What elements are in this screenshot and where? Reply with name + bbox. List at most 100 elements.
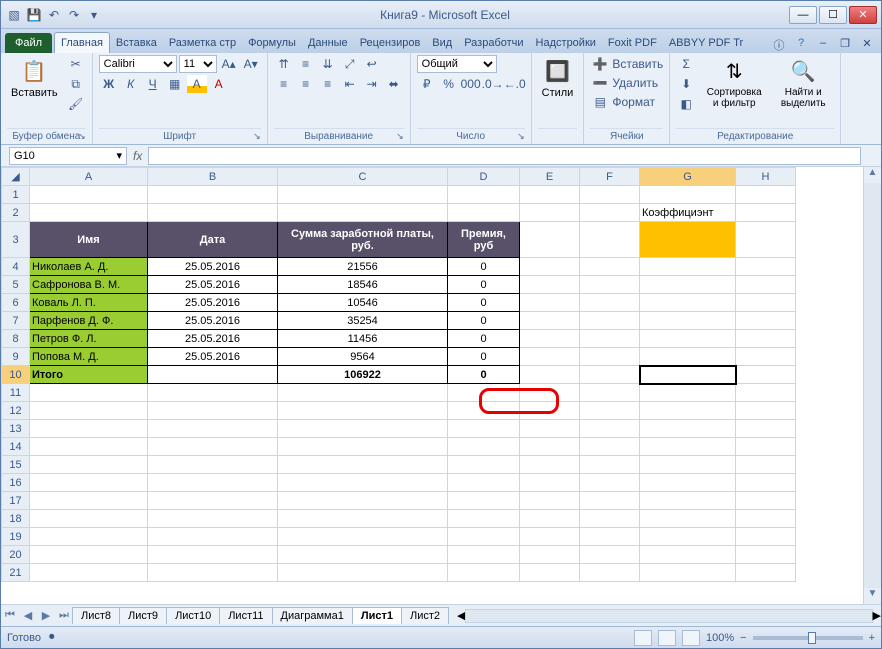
maximize-button[interactable]: ☐ (819, 6, 847, 24)
scroll-right-icon[interactable]: ▶ (873, 609, 881, 622)
styles-button[interactable]: 🔲 Стили (538, 55, 578, 101)
col-E[interactable]: E (520, 168, 580, 186)
align-bottom-icon[interactable]: ⇊ (318, 55, 338, 73)
tab-addins[interactable]: Надстройки (530, 33, 602, 53)
tab-insert[interactable]: Вставка (110, 33, 163, 53)
font-name-select[interactable]: Calibri (99, 55, 177, 73)
indent-dec-icon[interactable]: ⇤ (340, 75, 360, 93)
fx-icon[interactable]: fx (133, 149, 142, 163)
shrink-font-icon[interactable]: A▾ (241, 55, 261, 73)
currency-icon[interactable]: ₽ (417, 75, 437, 93)
col-F[interactable]: F (580, 168, 640, 186)
find-select-button[interactable]: 🔍 Найти и выделить (772, 55, 834, 111)
clear-icon[interactable]: ◧ (676, 95, 696, 113)
dec-decimal-icon[interactable]: ←.0 (505, 75, 525, 93)
align-top-icon[interactable]: ⇈ (274, 55, 294, 73)
help-icon[interactable]: ? (793, 37, 809, 53)
grid[interactable]: ◢ A B C D E F G H 1 2Коэффициэнт 3 Имя Д… (1, 167, 863, 604)
align-middle-icon[interactable]: ≡ (296, 55, 316, 73)
align-center-icon[interactable]: ≡ (296, 75, 316, 93)
launcher-icon[interactable]: ↘ (396, 131, 404, 142)
table-row[interactable]: Коваль Л. П. (30, 294, 148, 312)
insert-cells-icon[interactable]: ➕ (590, 55, 610, 73)
zoom-out-icon[interactable]: − (740, 632, 746, 644)
row-7[interactable]: 7 (2, 312, 30, 330)
row-4[interactable]: 4 (2, 258, 30, 276)
tab-view[interactable]: Вид (426, 33, 458, 53)
tab-data[interactable]: Данные (302, 33, 354, 53)
col-C[interactable]: C (278, 168, 448, 186)
total-label[interactable]: Итого (30, 366, 148, 384)
macro-record-icon[interactable]: ⏺ (49, 631, 55, 644)
inc-decimal-icon[interactable]: .0→ (483, 75, 503, 93)
zoom-thumb[interactable] (808, 632, 816, 644)
hdr-salary[interactable]: Сумма заработной платы, руб. (278, 222, 448, 258)
scroll-track[interactable] (465, 609, 872, 623)
row-15[interactable]: 15 (2, 456, 30, 474)
row-14[interactable]: 14 (2, 438, 30, 456)
name-box[interactable]: G10▾ (9, 147, 127, 165)
row-3[interactable]: 3 (2, 222, 30, 258)
chevron-down-icon[interactable]: ▾ (116, 149, 122, 162)
table-row[interactable]: Сафронова В. М. (30, 276, 148, 294)
col-B[interactable]: B (148, 168, 278, 186)
cell-D10[interactable]: 0 (448, 366, 520, 384)
row-11[interactable]: 11 (2, 384, 30, 402)
row-2[interactable]: 2 (2, 204, 30, 222)
row-10[interactable]: 10 (2, 366, 30, 384)
wrap-text-icon[interactable]: ↩ (362, 55, 382, 73)
tab-home[interactable]: Главная (54, 32, 110, 53)
sheet-tab[interactable]: Лист2 (401, 607, 449, 624)
col-A[interactable]: A (30, 168, 148, 186)
percent-icon[interactable]: % (439, 75, 459, 93)
font-size-select[interactable]: 11 (179, 55, 217, 73)
row-21[interactable]: 21 (2, 564, 30, 582)
row-13[interactable]: 13 (2, 420, 30, 438)
number-format-select[interactable]: Общий (417, 55, 497, 73)
doc-restore-icon[interactable]: ❐ (837, 37, 853, 53)
delete-label[interactable]: Удалить (612, 74, 658, 92)
tab-foxit[interactable]: Foxit PDF (602, 33, 663, 53)
format-label[interactable]: Формат (612, 93, 655, 111)
redo-icon[interactable]: ↷ (65, 6, 83, 24)
file-tab[interactable]: Файл (5, 33, 52, 53)
fill-icon[interactable]: ⬇ (676, 75, 696, 93)
copy-icon[interactable]: ⧉ (66, 75, 86, 93)
merge-icon[interactable]: ⬌ (384, 75, 404, 93)
zoom-level[interactable]: 100% (706, 632, 734, 644)
cut-icon[interactable]: ✂ (66, 55, 86, 73)
save-icon[interactable]: 💾 (25, 6, 43, 24)
hdr-name[interactable]: Имя (30, 222, 148, 258)
row-6[interactable]: 6 (2, 294, 30, 312)
tab-nav-prev-icon[interactable]: ◀ (19, 609, 37, 622)
zoom-slider[interactable] (753, 636, 863, 640)
italic-icon[interactable]: К (121, 75, 141, 93)
tab-nav-next-icon[interactable]: ▶ (37, 609, 55, 622)
tab-review[interactable]: Рецензиров (354, 33, 427, 53)
sheet-tab[interactable]: Лист10 (166, 607, 220, 624)
tab-developer[interactable]: Разработчи (458, 33, 529, 53)
row-19[interactable]: 19 (2, 528, 30, 546)
hdr-date[interactable]: Дата (148, 222, 278, 258)
launcher-icon[interactable]: ↘ (517, 131, 525, 142)
row-12[interactable]: 12 (2, 402, 30, 420)
undo-icon[interactable]: ↶ (45, 6, 63, 24)
sort-filter-button[interactable]: ⇅ Сортировка и фильтр (700, 55, 768, 111)
scroll-track[interactable] (864, 183, 881, 588)
autosum-icon[interactable]: Σ (676, 55, 696, 73)
minimize-button[interactable]: — (789, 6, 817, 24)
format-painter-icon[interactable]: 🖌 (66, 95, 86, 113)
sheet-tab[interactable]: Лист8 (72, 607, 120, 624)
spreadsheet[interactable]: ◢ A B C D E F G H 1 2Коэффициэнт 3 Имя Д… (1, 167, 796, 582)
row-8[interactable]: 8 (2, 330, 30, 348)
sheet-tab-active[interactable]: Лист1 (352, 607, 402, 624)
tab-nav-first-icon[interactable]: ⏮ (1, 609, 19, 622)
tab-layout[interactable]: Разметка стр (163, 33, 242, 53)
col-G[interactable]: G (640, 168, 736, 186)
format-cells-icon[interactable]: ▤ (590, 93, 610, 111)
align-left-icon[interactable]: ≡ (274, 75, 294, 93)
row-16[interactable]: 16 (2, 474, 30, 492)
launcher-icon[interactable]: ↘ (78, 131, 86, 142)
scroll-down-icon[interactable]: ▼ (864, 588, 881, 604)
cell-G2[interactable]: Коэффициэнт (640, 204, 736, 222)
